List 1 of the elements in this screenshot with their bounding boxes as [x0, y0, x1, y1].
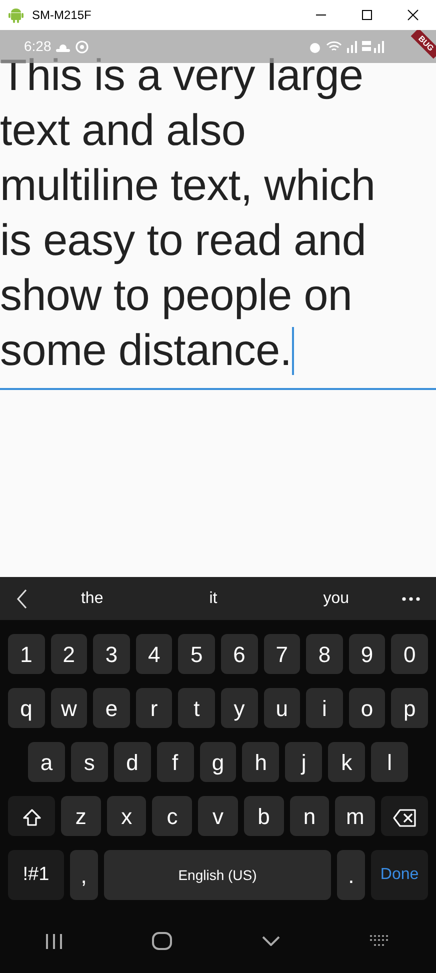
window-title: SM-M215F	[32, 7, 92, 24]
